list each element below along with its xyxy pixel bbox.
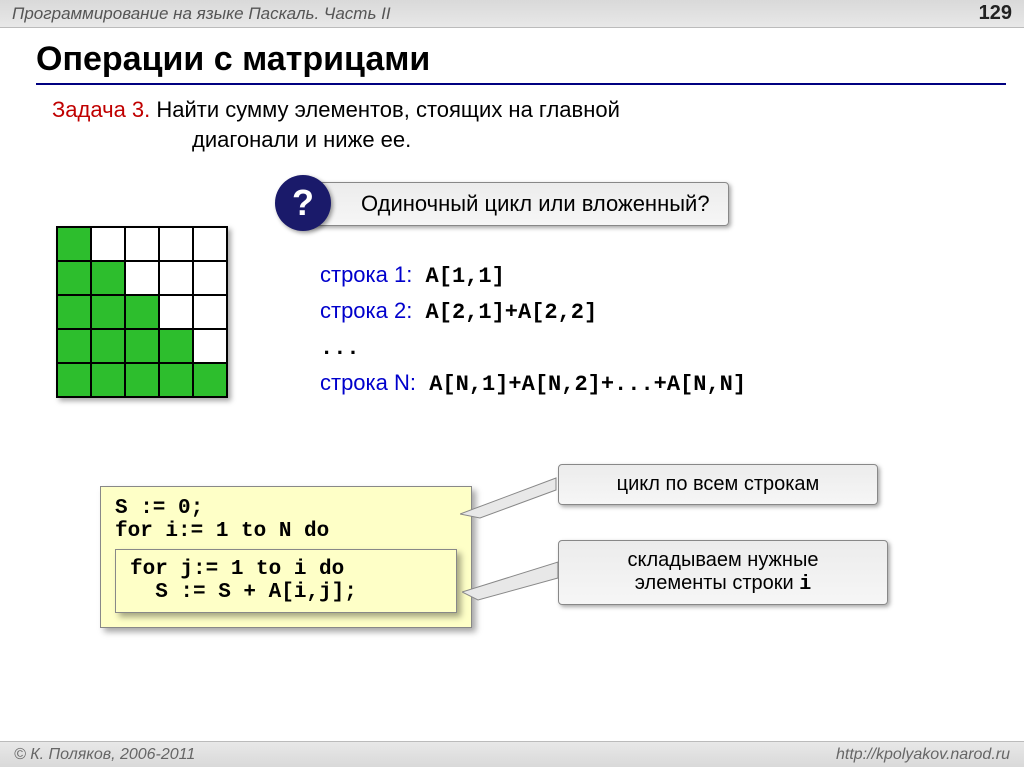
task-line1: Найти сумму элементов, стоящих на главно… [150, 97, 620, 122]
header-title: Программирование на языке Паскаль. Часть… [12, 4, 391, 24]
note2-line2b: i [799, 573, 811, 596]
code-box-inner: for j:= 1 to i do S := S + A[i,j]; [115, 549, 457, 613]
matrix-diagram [56, 226, 228, 398]
page-number: 129 [979, 2, 1012, 25]
note-box-1: цикл по всем строкам [558, 464, 878, 505]
footer-copyright: © К. Поляков, 2006-2011 [14, 746, 195, 764]
note2-line1: складываем нужные [628, 549, 819, 571]
row2-label: строка 2: [320, 298, 412, 323]
row1-label: строка 1: [320, 262, 412, 287]
row1-code: A[1,1] [412, 264, 504, 289]
task-label: Задача 3. [52, 97, 150, 122]
arrow-to-note1 [460, 470, 570, 520]
code-box-outer: S := 0; for i:= 1 to N do for j:= 1 to i… [100, 486, 472, 628]
code-outer-line1: S := 0; [115, 497, 457, 520]
task-text: Задача 3. Найти сумму элементов, стоящих… [52, 95, 964, 154]
page-title: Операции с матрицами [36, 40, 1024, 79]
code-inner-line2: S := S + A[i,j]; [130, 581, 442, 604]
rowN-label: строка N: [320, 370, 416, 395]
row-dots: ... [320, 336, 360, 361]
note-box-2: складываем нужные элементы строки i [558, 540, 888, 605]
note2-line2a: элементы строки [635, 572, 799, 594]
task-line2: диагонали и ниже ее. [192, 125, 964, 155]
header-bar: Программирование на языке Паскаль. Часть… [0, 0, 1024, 28]
row-expressions: строка 1: A[1,1] строка 2: A[2,1]+A[2,2]… [320, 258, 746, 402]
matrix-grid [56, 226, 228, 398]
title-underline [36, 83, 1006, 85]
code-outer-line2: for i:= 1 to N do [115, 520, 457, 543]
row2-code: A[2,1]+A[2,2] [412, 300, 597, 325]
question-icon: ? [275, 175, 331, 231]
rowN-code: A[N,1]+A[N,2]+...+A[N,N] [416, 372, 746, 397]
question-text: Одиночный цикл или вложенный? [361, 191, 710, 216]
code-inner-line1: for j:= 1 to i do [130, 558, 442, 581]
footer-bar: © К. Поляков, 2006-2011 http://kpolyakov… [0, 741, 1024, 767]
note1-text: цикл по всем строкам [617, 473, 820, 495]
arrow-to-note2 [462, 556, 572, 606]
footer-url: http://kpolyakov.narod.ru [836, 746, 1010, 764]
question-box: ? Одиночный цикл или вложенный? [300, 182, 729, 226]
